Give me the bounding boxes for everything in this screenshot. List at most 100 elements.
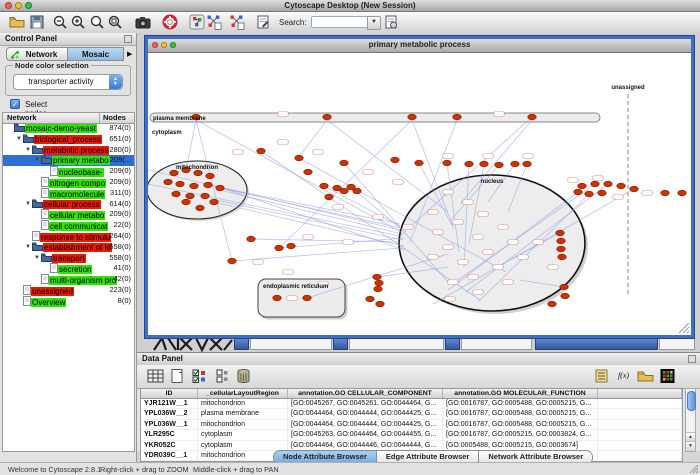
tree-row[interactable]: ▼establishment of lo558(0) [3,242,134,253]
graph-node[interactable] [578,183,586,189]
tree-row[interactable]: ▼cellular process614(0) [3,199,134,210]
table-cell[interactable]: [GO:0016787, GO:0005215, GO:0003824, G..… [443,430,598,439]
background-window-fragment[interactable] [445,338,460,350]
table-row[interactable]: YJR121W__1mitochondrion[GO:0045267, GO:0… [141,399,682,409]
graph-node[interactable] [556,230,564,236]
unselect-attributes-icon[interactable] [213,368,230,384]
table-cell[interactable]: mitochondrion [198,420,288,429]
zoom-fit-icon[interactable] [107,14,123,30]
tree-row[interactable]: response to stimulu264(0) [3,231,134,242]
tree-header-network[interactable]: Network [7,113,37,122]
graph-node[interactable] [210,199,218,205]
tree-row[interactable]: macromolecule311(0) [3,188,134,199]
table-row[interactable]: YPL036W__2plasma membrane[GO:0044464, GO… [141,409,682,419]
background-window-fragment[interactable] [333,338,348,350]
help-icon[interactable] [162,14,178,30]
graph-node[interactable] [164,179,172,185]
graph-node[interactable] [574,189,582,195]
scroll-down-button[interactable]: ▼ [686,441,695,451]
scrollbar-thumb[interactable] [687,391,696,411]
annotation-icon[interactable] [255,14,271,30]
graph-node[interactable] [560,284,568,290]
tree-row[interactable]: nitrogen compo209(0) [3,177,134,188]
graph-node[interactable] [194,170,202,176]
graph-node[interactable] [247,236,255,242]
expander-icon[interactable]: ▼ [25,145,32,156]
graph-node[interactable] [304,169,312,175]
search-input[interactable] [311,16,369,28]
table-row[interactable]: YLR295Ccytoplasm[GO:0045263, GO:0044464,… [141,430,682,440]
network-overview-icon[interactable] [189,14,205,30]
graph-node[interactable] [391,157,399,163]
background-window-fragment[interactable] [535,338,658,350]
float-panel-icon[interactable] [124,35,132,43]
select-nodes-checkbox[interactable]: ✓ [10,99,20,109]
window-resize-grip[interactable] [689,464,699,474]
background-window-fragment[interactable] [659,338,695,350]
node-color-dropdown[interactable]: transporter activity ▲▼ [13,74,123,90]
graph-node[interactable] [228,258,236,264]
cell-id[interactable]: YPL036W__2 [141,409,198,418]
new-attribute-icon[interactable] [169,368,186,384]
graph-node[interactable] [201,193,209,199]
background-window-fragment[interactable] [234,338,249,350]
background-window-fragment[interactable] [349,338,444,350]
graph-node[interactable] [585,191,593,197]
background-window-fragment[interactable] [461,338,532,350]
window-resize-grip[interactable] [678,322,690,334]
graph-node[interactable] [196,205,204,211]
network-view-titlebar[interactable]: primary metabolic process [148,39,691,53]
graph-node[interactable] [170,170,178,176]
graph-node[interactable] [408,114,416,120]
expander-icon[interactable]: ▼ [34,253,41,264]
graph-node[interactable] [443,160,451,166]
table-cell[interactable]: cytoplasm [198,430,288,439]
import-file-icon[interactable] [637,368,654,384]
attribute-list-icon[interactable] [593,368,610,384]
graph-node[interactable] [558,254,566,260]
graph-node[interactable] [661,190,669,196]
graph-node[interactable] [465,161,473,167]
search-options-icon[interactable] [383,14,399,30]
table-cell[interactable]: [GO:0044464, GO:0044446, GO:0044444, G..… [288,441,443,450]
graph-node[interactable] [598,190,606,196]
expander-icon[interactable]: ▼ [25,199,32,210]
graph-node[interactable] [257,148,265,154]
expander-icon[interactable]: ▼ [25,242,32,253]
column-header[interactable]: annotation.GO CELLULAR_COMPONENT [288,389,443,398]
table-cell[interactable]: [GO:0016787, GO:0005488, GO:0005215, G..… [443,399,598,408]
table-cell[interactable]: mitochondrion [198,399,288,408]
graph-node[interactable] [557,246,565,252]
cell-id[interactable]: YPL036W__1 [141,420,198,429]
expander-icon[interactable]: ▼ [16,134,23,145]
table-cell[interactable] [598,441,682,450]
graph-node[interactable] [678,190,686,196]
graph-node[interactable] [186,193,194,199]
graph-node[interactable] [561,293,569,299]
cell-id[interactable]: YKR052C [141,441,198,450]
graph-node[interactable] [373,274,381,280]
graph-node[interactable] [366,296,374,302]
float-panel-icon[interactable] [688,355,696,363]
select-attributes-icon[interactable] [191,368,208,384]
graph-node[interactable] [523,161,531,167]
graph-node[interactable] [340,160,348,166]
table-cell[interactable]: [GO:0045267, GO:0045261, GO:0044464, G..… [288,399,443,408]
tab-mosaic[interactable]: Mosaic [68,47,124,61]
expander-icon[interactable]: ▼ [34,155,41,166]
graph-node[interactable] [295,155,303,161]
tree-row[interactable]: ▼primary metabo209(... [3,155,134,166]
table-cell[interactable]: [GO:0045263, GO:0044464, GO:0044455, G..… [288,430,443,439]
table-cell[interactable]: [GO:0044464, GO:0044444, GO:0044425, G..… [288,409,443,418]
table-cell[interactable] [598,409,682,418]
graph-node[interactable] [495,162,503,168]
open-session-icon[interactable] [9,14,25,30]
import-table-icon[interactable] [147,368,164,384]
graph-node[interactable] [216,185,224,191]
graph-node[interactable] [453,114,461,120]
graph-node[interactable] [480,161,488,167]
tree-row[interactable]: secretion41(0) [3,263,134,274]
table-cell[interactable] [598,420,682,429]
graph-node[interactable] [374,286,382,292]
search-dropdown-button[interactable]: ▼ [367,16,381,30]
